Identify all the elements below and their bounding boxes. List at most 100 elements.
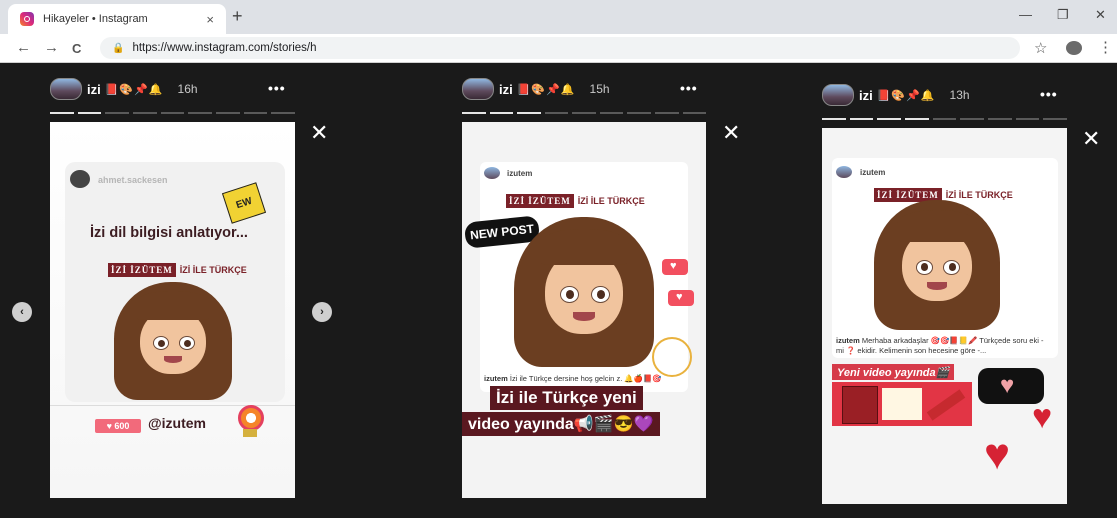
story-3-header: izi 📕🎨📌🔔 13h — [822, 84, 970, 106]
tab-close-icon[interactable]: × — [206, 12, 214, 27]
story-2-close-icon[interactable]: ✕ — [722, 120, 740, 146]
story-2-more-icon[interactable]: ••• — [680, 80, 698, 96]
story-1-divider — [50, 405, 295, 406]
story-1-more-icon[interactable]: ••• — [268, 80, 286, 96]
minimize-button[interactable]: — — [1019, 7, 1032, 22]
progress-segment — [188, 112, 213, 114]
story-3-card[interactable]: izutem İZİ İZÜTEM İZİ İLE TÜRKÇE izutem … — [822, 128, 1067, 504]
story-1-username[interactable]: izi — [87, 82, 101, 97]
story-1-post-user: ahmet.sackesen — [98, 175, 168, 185]
progress-segment — [462, 112, 486, 114]
story-2-age: 15h — [589, 82, 610, 96]
story-2-card[interactable]: izutem İZİ İZÜTEM İZİ İLE TÜRKÇE NEW POS… — [462, 122, 706, 498]
story-1-close-icon[interactable]: ✕ — [310, 120, 328, 146]
progress-segment — [50, 112, 74, 114]
story-1-card[interactable]: ahmet.sackesen EW İzi dil bilgisi anlatı… — [50, 122, 295, 498]
heart-icon: ♥ — [984, 430, 1011, 479]
progress-segment — [905, 118, 929, 120]
progress-segment — [572, 112, 596, 114]
address-bar-row: ← → C 🔒 https://www.instagram.com/storie… — [0, 34, 1117, 63]
progress-segment — [599, 112, 624, 114]
instagram-favicon-icon — [20, 12, 34, 26]
next-story-arrow[interactable]: › — [312, 302, 332, 322]
story-1-progress — [50, 112, 296, 114]
story-2-username[interactable]: izi — [499, 82, 513, 97]
progress-segment — [133, 112, 157, 114]
tab-title: Hikayeler • Instagram — [43, 13, 148, 25]
forward-button[interactable]: → — [44, 39, 59, 56]
progress-segment — [988, 118, 1012, 120]
story-2-post-user: izutem — [507, 169, 533, 178]
prev-story-arrow[interactable]: ‹ — [12, 302, 32, 322]
progress-segment — [1043, 118, 1068, 120]
story-1-post-avatar — [70, 170, 90, 188]
progress-segment — [489, 112, 514, 114]
story-2-emojis: 📕🎨📌🔔 — [516, 83, 576, 96]
back-button[interactable]: ← — [16, 39, 31, 56]
browser-tab-bar: Hikayeler • Instagram × + — ❐ ✕ — [0, 0, 1117, 34]
brand-logo-box: İZİ İZÜTEM — [108, 263, 176, 277]
url-field[interactable]: 🔒 https://www.instagram.com/stories/h — [100, 37, 1020, 59]
story-3-age: 13h — [949, 88, 970, 102]
progress-segment — [544, 112, 569, 114]
story-2-post-avatar — [484, 167, 500, 179]
story-1-mention[interactable]: @izutem — [148, 415, 206, 431]
story-2-progress — [462, 112, 707, 114]
story-3-more-icon[interactable]: ••• — [1040, 86, 1058, 102]
notepad-icon — [882, 388, 922, 420]
heart-icon: ♥ — [1032, 398, 1053, 436]
story-2-header: izi 📕🎨📌🔔 15h — [462, 78, 610, 100]
new-tab-button[interactable]: + — [232, 6, 243, 27]
progress-segment — [682, 112, 707, 114]
brand-text: İZİ İLE TÜRKÇE — [945, 190, 1013, 200]
progress-segment — [271, 112, 296, 114]
url-text: https://www.instagram.com/stories/h — [132, 42, 317, 54]
brand-logo-box: İZİ İZÜTEM — [506, 194, 574, 208]
story-1-header: izi 📕🎨📌🔔 16h — [50, 78, 198, 100]
progress-segment — [877, 118, 902, 120]
profile-avatar-icon[interactable] — [1066, 41, 1082, 55]
brand-text: İZİ İLE TÜRKÇE — [577, 196, 645, 206]
progress-segment — [517, 112, 541, 114]
lock-icon: 🔒 — [112, 42, 125, 54]
like-notification-icon — [668, 290, 694, 306]
story-1-emojis: 📕🎨📌🔔 — [104, 83, 164, 96]
memoji-girl-icon — [514, 217, 654, 367]
story-2-banner-line2: video yayında📢🎬😎💜 — [462, 412, 660, 436]
progress-segment — [216, 112, 240, 114]
story-3-post-user: izutem — [860, 168, 886, 177]
story-3-avatar[interactable] — [822, 84, 854, 106]
reload-button[interactable]: C — [72, 41, 81, 56]
browser-menu-icon[interactable]: ⋮ — [1098, 38, 1113, 56]
progress-segment — [822, 118, 846, 120]
story-2-banner-line1: İzi ile Türkçe yeni — [490, 386, 643, 410]
progress-segment — [627, 112, 651, 114]
story-3-caption: izutem Merhaba arkadaşlar 🎯🎯📕📒🖍️ Türkçed… — [836, 336, 1044, 355]
story-1-brand: İZİ İZÜTEM İZİ İLE TÜRKÇE — [108, 263, 247, 277]
sticker-stand — [243, 429, 257, 437]
progress-segment — [105, 112, 130, 114]
window-close-button[interactable]: ✕ — [1095, 7, 1106, 23]
story-3-progress — [822, 118, 1068, 120]
story-3-post-avatar — [836, 166, 852, 178]
memoji-girl-icon — [114, 282, 232, 400]
progress-segment — [849, 118, 874, 120]
story-3-close-icon[interactable]: ✕ — [1082, 126, 1100, 152]
progress-segment — [160, 112, 185, 114]
story-1-age: 16h — [177, 82, 198, 96]
story-3-emojis: 📕🎨📌🔔 — [876, 89, 936, 102]
progress-segment — [932, 118, 957, 120]
brand-text: İZİ İLE TÜRKÇE — [179, 265, 247, 275]
progress-segment — [960, 118, 985, 120]
browser-tab[interactable]: Hikayeler • Instagram × — [8, 4, 226, 34]
story-3-username[interactable]: izi — [859, 88, 873, 103]
instagram-sticker-icon — [238, 405, 264, 431]
highlight-circle — [652, 337, 692, 377]
bookmark-star-icon[interactable]: ☆ — [1034, 39, 1047, 57]
maximize-button[interactable]: ❐ — [1057, 7, 1069, 23]
story-1-avatar[interactable] — [50, 78, 82, 100]
story-2-brand: İZİ İZÜTEM İZİ İLE TÜRKÇE — [506, 194, 645, 208]
progress-segment — [77, 112, 102, 114]
story-2-avatar[interactable] — [462, 78, 494, 100]
book-icon — [842, 386, 878, 424]
